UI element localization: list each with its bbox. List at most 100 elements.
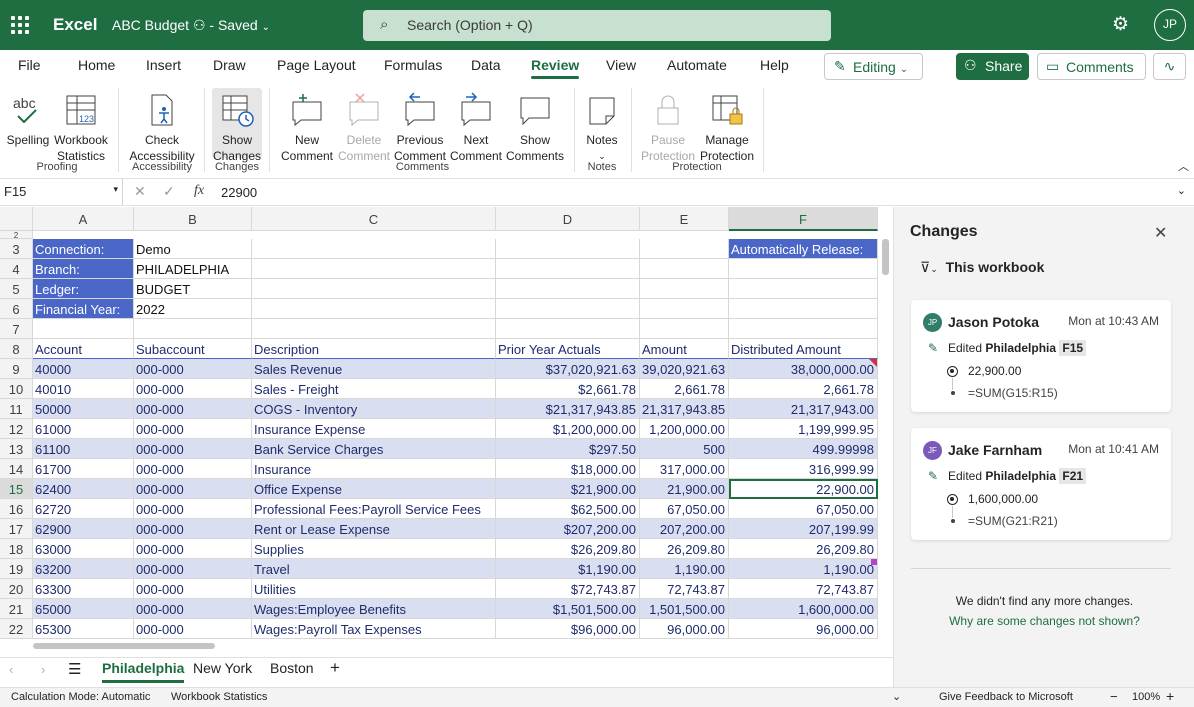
- column-header-a[interactable]: A: [33, 207, 134, 231]
- comments-button[interactable]: ▭ Comments: [1037, 53, 1146, 80]
- cell-value[interactable]: BUDGET: [134, 279, 252, 299]
- table-header-description[interactable]: Description: [252, 339, 496, 359]
- table-cell[interactable]: 1,600,000.00: [729, 599, 878, 619]
- sheet-tab-new-york[interactable]: New York: [193, 660, 252, 676]
- table-cell[interactable]: $1,200,000.00: [496, 419, 640, 439]
- workbook-statistics-status[interactable]: Workbook Statistics: [171, 691, 267, 703]
- table-header-account[interactable]: Account: [33, 339, 134, 359]
- table-cell[interactable]: 000-000: [134, 599, 252, 619]
- table-cell[interactable]: 500: [640, 439, 729, 459]
- show-changes-button[interactable]: Show Changes: [212, 88, 262, 164]
- table-cell[interactable]: Sales Revenue: [252, 359, 496, 379]
- cell[interactable]: [640, 319, 729, 339]
- row-header[interactable]: 21: [0, 599, 33, 619]
- table-header-prior-year-actuals[interactable]: Prior Year Actuals: [496, 339, 640, 359]
- menu-page-layout[interactable]: Page Layout: [277, 57, 356, 73]
- close-icon[interactable]: ✕: [1154, 223, 1167, 243]
- menu-insert[interactable]: Insert: [146, 57, 181, 73]
- table-cell[interactable]: $18,000.00: [496, 459, 640, 479]
- next-comment-button[interactable]: Next Comment: [448, 88, 504, 164]
- row-header-2[interactable]: 2: [0, 231, 33, 240]
- table-header-amount[interactable]: Amount: [640, 339, 729, 359]
- menu-home[interactable]: Home: [78, 57, 115, 73]
- cell-value[interactable]: Demo: [134, 239, 252, 259]
- row-header[interactable]: 12: [0, 419, 33, 439]
- menu-review[interactable]: Review: [531, 57, 580, 79]
- table-cell[interactable]: $72,743.87: [496, 579, 640, 599]
- table-cell[interactable]: 317,000.00: [640, 459, 729, 479]
- cell[interactable]: [252, 259, 496, 279]
- table-cell[interactable]: Insurance Expense: [252, 419, 496, 439]
- table-cell[interactable]: Wages:Employee Benefits: [252, 599, 496, 619]
- table-header-distributed-amount[interactable]: Distributed Amount: [729, 339, 878, 359]
- cell-label[interactable]: Branch:: [33, 259, 134, 279]
- cell[interactable]: [252, 319, 496, 339]
- menu-formulas[interactable]: Formulas: [384, 57, 442, 73]
- row-header[interactable]: 11: [0, 399, 33, 419]
- cell-label[interactable]: Automatically Release:: [729, 239, 878, 259]
- row-header[interactable]: 9: [0, 359, 33, 379]
- manage-protection-button[interactable]: Manage Protection: [698, 88, 756, 164]
- formula-input[interactable]: 22900: [221, 185, 257, 200]
- table-cell[interactable]: Supplies: [252, 539, 496, 559]
- document-title[interactable]: ABC Budget ⚇ - Saved ⌄: [112, 17, 270, 34]
- cell[interactable]: [496, 319, 640, 339]
- row-header[interactable]: 6: [0, 299, 33, 319]
- table-cell[interactable]: 61700: [33, 459, 134, 479]
- row-header[interactable]: 16: [0, 499, 33, 519]
- table-cell[interactable]: 22,900.00: [729, 479, 878, 499]
- cell[interactable]: [496, 239, 640, 259]
- zoom-level[interactable]: 100%: [1132, 691, 1160, 703]
- table-cell[interactable]: Insurance: [252, 459, 496, 479]
- cell[interactable]: [729, 259, 878, 279]
- table-cell[interactable]: 65300: [33, 619, 134, 639]
- table-cell[interactable]: 63300: [33, 579, 134, 599]
- new-comment-button[interactable]: New Comment: [279, 88, 335, 164]
- row-header[interactable]: 4: [0, 259, 33, 279]
- table-cell[interactable]: 000-000: [134, 399, 252, 419]
- table-cell[interactable]: 72,743.87: [640, 579, 729, 599]
- cell-label[interactable]: Connection:: [33, 239, 134, 259]
- name-box[interactable]: F15 ▾: [0, 179, 123, 205]
- table-cell[interactable]: 000-000: [134, 439, 252, 459]
- table-cell[interactable]: 000-000: [134, 559, 252, 579]
- why-changes-not-shown-link[interactable]: Why are some changes not shown?: [894, 614, 1194, 628]
- table-cell[interactable]: 2,661.78: [729, 379, 878, 399]
- table-cell[interactable]: Sales - Freight: [252, 379, 496, 399]
- all-sheets-menu-icon[interactable]: ☰: [68, 660, 81, 678]
- chevron-down-icon[interactable]: ⌄: [892, 690, 901, 703]
- delete-comment-button[interactable]: Delete Comment: [336, 88, 392, 164]
- sheet-tab-philadelphia[interactable]: Philadelphia: [102, 660, 185, 683]
- column-header-f[interactable]: F: [729, 207, 878, 231]
- table-cell[interactable]: $297.50: [496, 439, 640, 459]
- table-cell[interactable]: $207,200.00: [496, 519, 640, 539]
- table-cell[interactable]: 21,317,943.00: [729, 399, 878, 419]
- cell[interactable]: [640, 259, 729, 279]
- cell[interactable]: [640, 239, 729, 259]
- table-cell[interactable]: 63000: [33, 539, 134, 559]
- cell-reference[interactable]: F15: [1059, 340, 1087, 356]
- collapse-ribbon-chevron-up-icon[interactable]: ︿: [1178, 158, 1189, 174]
- table-cell[interactable]: Professional Fees:Payroll Service Fees: [252, 499, 496, 519]
- table-cell[interactable]: $1,190.00: [496, 559, 640, 579]
- table-cell[interactable]: 67,050.00: [729, 499, 878, 519]
- check-accessibility-button[interactable]: Check Accessibility: [126, 88, 198, 164]
- cell[interactable]: [729, 299, 878, 319]
- pause-protection-button[interactable]: Pause Protection: [638, 88, 698, 164]
- previous-comment-button[interactable]: Previous Comment: [392, 88, 448, 164]
- table-cell[interactable]: 61100: [33, 439, 134, 459]
- user-avatar[interactable]: JP: [1154, 9, 1186, 41]
- menu-help[interactable]: Help: [760, 57, 789, 73]
- cell[interactable]: [252, 299, 496, 319]
- table-cell[interactable]: 61000: [33, 419, 134, 439]
- spelling-button[interactable]: abc Spelling: [5, 88, 51, 148]
- search-box[interactable]: ⌕ Search (Option + Q): [363, 10, 831, 41]
- scroll-tabs-left-icon[interactable]: ‹: [9, 662, 13, 677]
- table-cell[interactable]: 000-000: [134, 519, 252, 539]
- enter-check-icon[interactable]: ✓: [163, 183, 175, 200]
- table-cell[interactable]: 207,199.99: [729, 519, 878, 539]
- select-all-corner[interactable]: [0, 207, 33, 231]
- menu-draw[interactable]: Draw: [213, 57, 246, 73]
- cell-label[interactable]: Ledger:: [33, 279, 134, 299]
- show-comments-button[interactable]: Show Comments: [504, 88, 566, 164]
